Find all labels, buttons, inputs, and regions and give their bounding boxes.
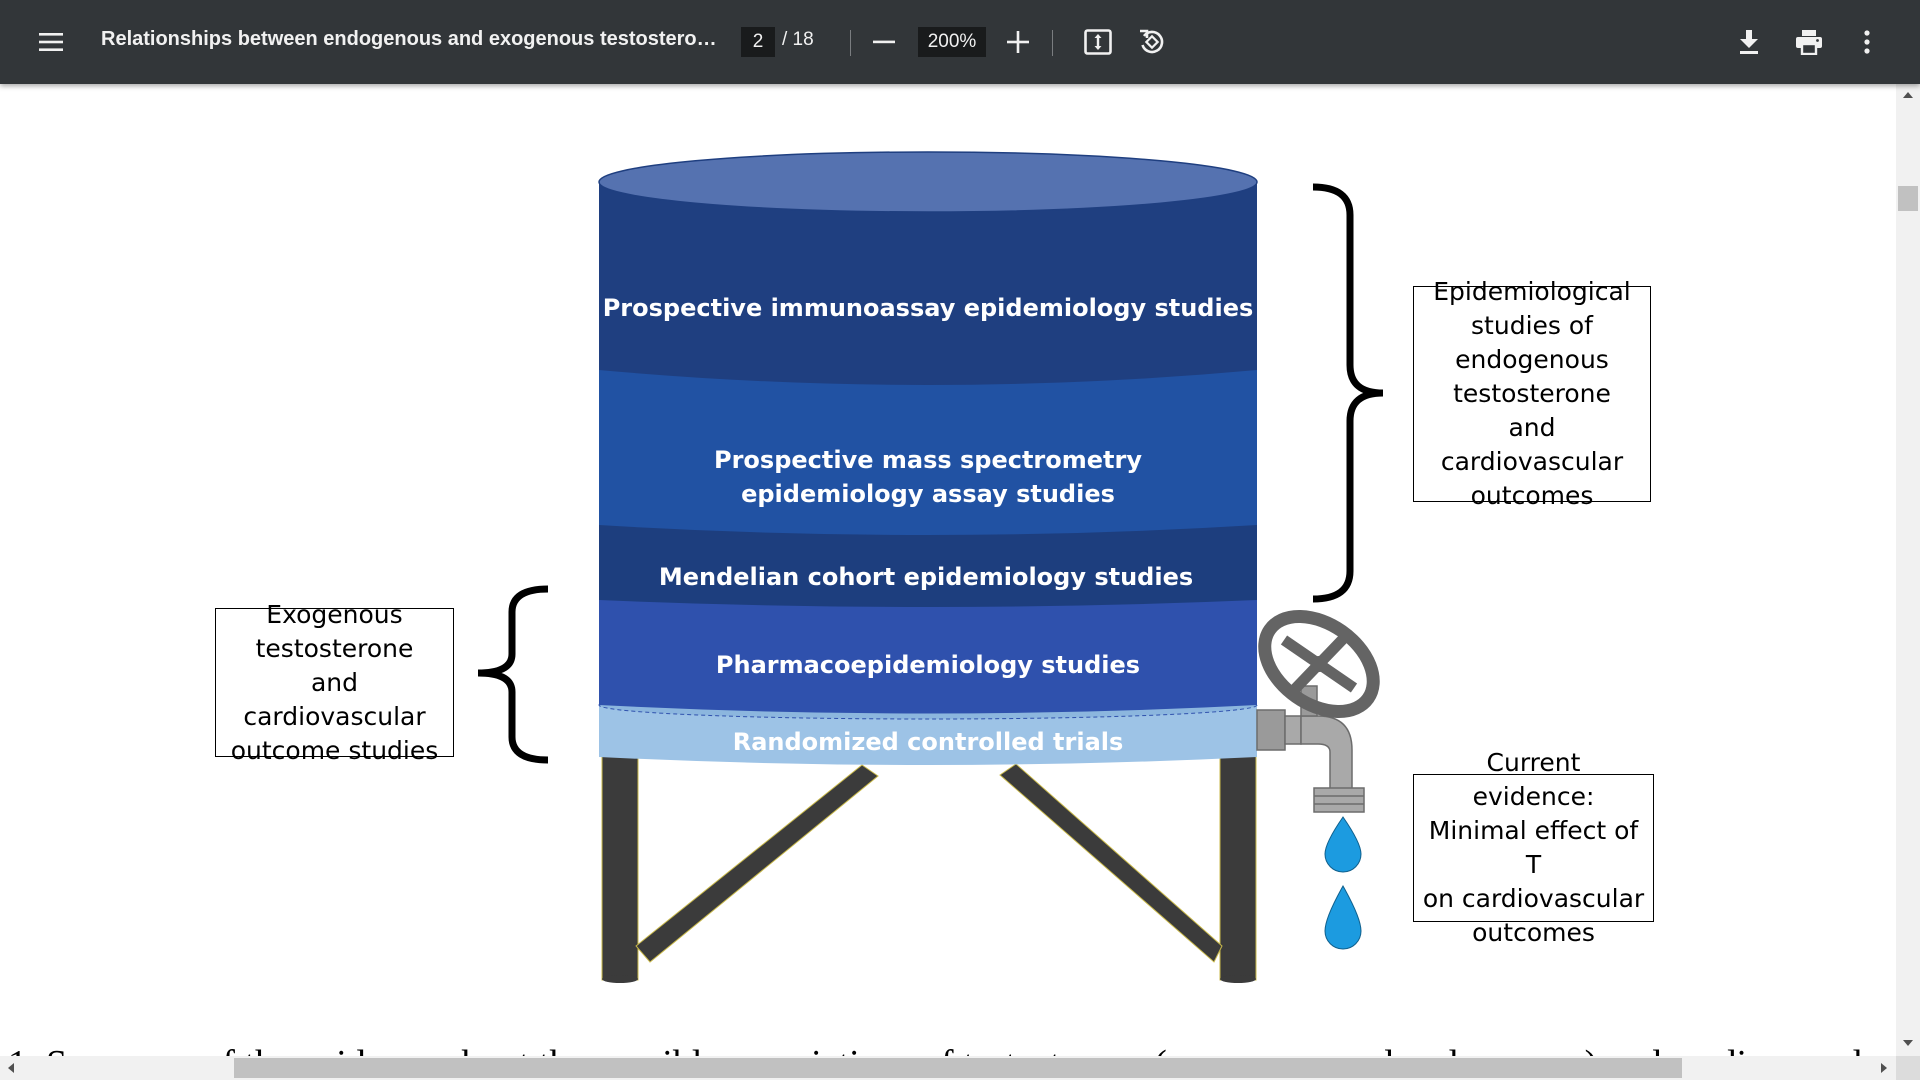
current-evidence-box: Current evidence: Minimal effect of T on…: [1413, 748, 1654, 947]
page-number-input[interactable]: 2: [741, 27, 775, 57]
epidemiological-studies-box: Epidemiological studies of endogenous te…: [1413, 277, 1651, 510]
more-icon[interactable]: [1852, 24, 1882, 60]
download-icon[interactable]: [1732, 24, 1766, 60]
box-line: testosterone: [255, 633, 414, 663]
layer-label-mass-spec-2: epidemiology assay studies: [741, 480, 1115, 508]
water-drop-icon: [1324, 884, 1362, 950]
tank-leg-right: [1219, 754, 1257, 981]
pdf-page-viewport[interactable]: Prospective immunoassay epidemiology stu…: [0, 84, 1896, 1056]
layer-label-immunoassay: Prospective immunoassay epidemiology stu…: [603, 294, 1254, 322]
box-line: outcome studies: [230, 735, 439, 765]
horizontal-scroll-thumb[interactable]: [234, 1058, 1682, 1078]
zoom-out-icon[interactable]: [868, 26, 900, 58]
vertical-scrollbar[interactable]: [1896, 84, 1920, 1056]
zoom-in-icon[interactable]: [1002, 26, 1034, 58]
box-line: testosterone: [1453, 379, 1611, 408]
vertical-scroll-thumb[interactable]: [1898, 186, 1918, 211]
faucet-valve-icon: [1256, 609, 1380, 813]
toolbar-divider: [850, 30, 851, 56]
box-line: outcomes: [1470, 481, 1594, 510]
layer-label-rct: Randomized controlled trials: [733, 728, 1124, 756]
page-total: / 18: [782, 29, 814, 50]
box-line: studies of: [1471, 311, 1593, 340]
right-curly-bracket: [1312, 183, 1384, 603]
tank-brace-left: [635, 764, 879, 963]
toolbar-divider: [1052, 30, 1053, 56]
layer-label-pharmaco: Pharmacoepidemiology studies: [716, 651, 1140, 679]
box-line: Epidemiological: [1433, 277, 1631, 306]
box-line: Exogenous: [266, 599, 403, 629]
scrollbar-corner: [1896, 1056, 1920, 1080]
box-line: and cardiovascular: [243, 667, 426, 731]
zoom-level-input[interactable]: 200%: [918, 27, 986, 57]
fit-page-icon[interactable]: [1080, 24, 1116, 60]
tank-brace-right: [999, 763, 1223, 963]
box-line: Minimal effect of T: [1428, 816, 1639, 879]
layer-label-mendelian: Mendelian cohort epidemiology studies: [659, 563, 1193, 591]
left-curly-bracket: [477, 585, 549, 764]
box-line: outcomes: [1472, 918, 1595, 947]
pdf-toolbar: Relationships between endogenous and exo…: [0, 0, 1920, 84]
scroll-down-arrow-icon[interactable]: [1903, 1040, 1913, 1046]
tank-lid: [598, 151, 1258, 213]
rotate-icon[interactable]: [1134, 24, 1170, 60]
print-icon[interactable]: [1790, 24, 1828, 60]
layer-label-mass-spec-1: Prospective mass spectrometry: [714, 446, 1142, 474]
box-line: endogenous: [1455, 345, 1609, 374]
menu-icon[interactable]: [34, 26, 68, 58]
box-line: and cardiovascular: [1440, 413, 1624, 476]
document-title: Relationships between endogenous and exo…: [101, 28, 721, 50]
water-drop-icon: [1324, 816, 1362, 873]
scroll-right-arrow-icon[interactable]: [1881, 1063, 1887, 1073]
exogenous-testosterone-box: Exogenous testosterone and cardiovascula…: [215, 600, 454, 765]
tank-leg-left: [601, 754, 639, 981]
scroll-left-arrow-icon[interactable]: [8, 1063, 14, 1073]
scroll-up-arrow-icon[interactable]: [1903, 92, 1913, 98]
box-line: on cardiovascular: [1422, 884, 1645, 913]
box-line: Current evidence:: [1472, 748, 1595, 811]
